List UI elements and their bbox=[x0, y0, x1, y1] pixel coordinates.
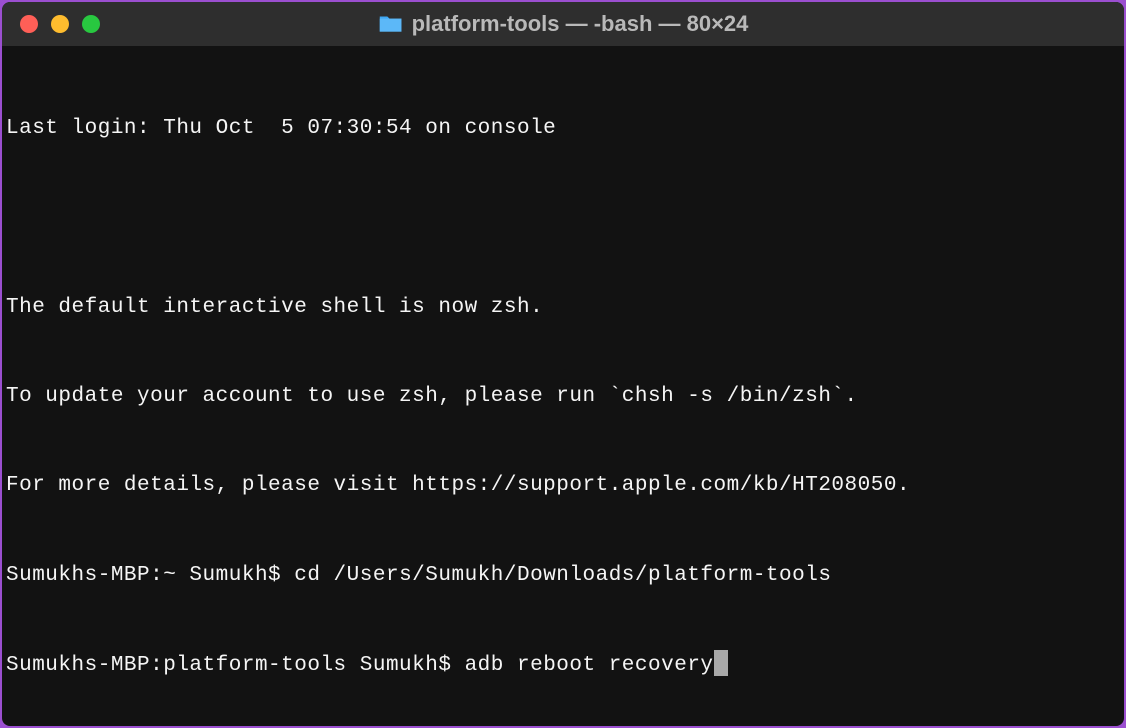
terminal-line: For more details, please visit https://s… bbox=[6, 471, 1120, 501]
terminal-line: The default interactive shell is now zsh… bbox=[6, 293, 1120, 323]
close-button[interactable] bbox=[20, 15, 38, 33]
terminal-line: Last login: Thu Oct 5 07:30:54 on consol… bbox=[6, 114, 1120, 144]
minimize-button[interactable] bbox=[51, 15, 69, 33]
traffic-lights bbox=[2, 15, 100, 33]
terminal-window: platform-tools — -bash — 80×24 Last logi… bbox=[2, 2, 1124, 726]
window-title: platform-tools — -bash — 80×24 bbox=[378, 11, 749, 37]
terminal-prompt-line: Sumukhs-MBP:platform-tools Sumukh$ adb r… bbox=[6, 650, 1120, 681]
folder-icon bbox=[378, 10, 404, 36]
command-text: cd /Users/Sumukh/Downloads/platform-tool… bbox=[294, 564, 831, 587]
command-text: adb reboot recovery bbox=[465, 654, 714, 677]
terminal-prompt-line: Sumukhs-MBP:~ Sumukh$ cd /Users/Sumukh/D… bbox=[6, 561, 1120, 591]
window-title-text: platform-tools — -bash — 80×24 bbox=[412, 11, 749, 37]
terminal-body[interactable]: Last login: Thu Oct 5 07:30:54 on consol… bbox=[2, 46, 1124, 726]
prompt: Sumukhs-MBP:~ Sumukh$ bbox=[6, 564, 294, 587]
terminal-line: To update your account to use zsh, pleas… bbox=[6, 382, 1120, 412]
titlebar[interactable]: platform-tools — -bash — 80×24 bbox=[2, 2, 1124, 46]
terminal-blank-line bbox=[6, 203, 1120, 233]
prompt: Sumukhs-MBP:platform-tools Sumukh$ bbox=[6, 654, 465, 677]
maximize-button[interactable] bbox=[82, 15, 100, 33]
terminal-cursor bbox=[714, 650, 728, 676]
